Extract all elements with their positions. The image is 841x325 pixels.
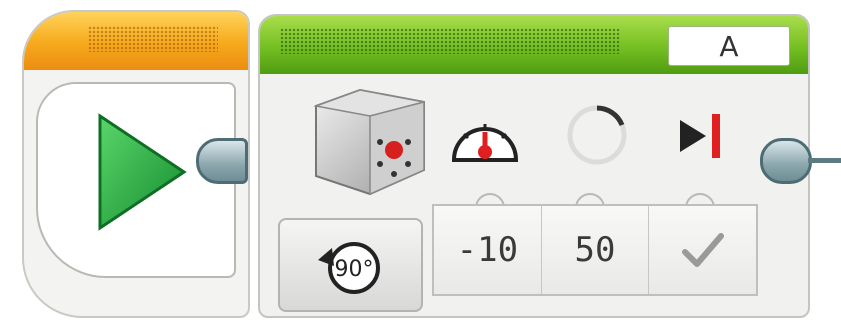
stop-at-end-icon[interactable] — [676, 110, 728, 162]
start-header-grip — [88, 26, 218, 52]
motor-output-connector[interactable] — [760, 138, 812, 184]
start-output-connector[interactable] — [196, 138, 248, 184]
motor-header-grip — [280, 28, 620, 54]
medium-motor-icon — [313, 88, 425, 196]
sequence-wire — [808, 158, 841, 163]
degrees-circle-icon[interactable] — [562, 100, 632, 170]
rotate-degrees-icon: 90° — [318, 242, 380, 294]
degrees-value[interactable]: 50 — [542, 206, 650, 294]
mode-degrees-label: 90° — [335, 257, 374, 282]
play-icon — [98, 113, 187, 231]
brake-at-end-toggle[interactable] — [649, 206, 756, 294]
start-block-header — [24, 12, 248, 70]
motor-block-header: A — [260, 16, 808, 74]
speed-value[interactable]: -10 — [434, 206, 542, 294]
parameter-strip: -10 50 — [432, 204, 758, 296]
mode-selector-button[interactable]: 90° — [278, 218, 423, 312]
speedometer-icon[interactable] — [448, 108, 522, 170]
check-icon — [681, 233, 724, 267]
port-selector[interactable]: A — [668, 26, 790, 66]
